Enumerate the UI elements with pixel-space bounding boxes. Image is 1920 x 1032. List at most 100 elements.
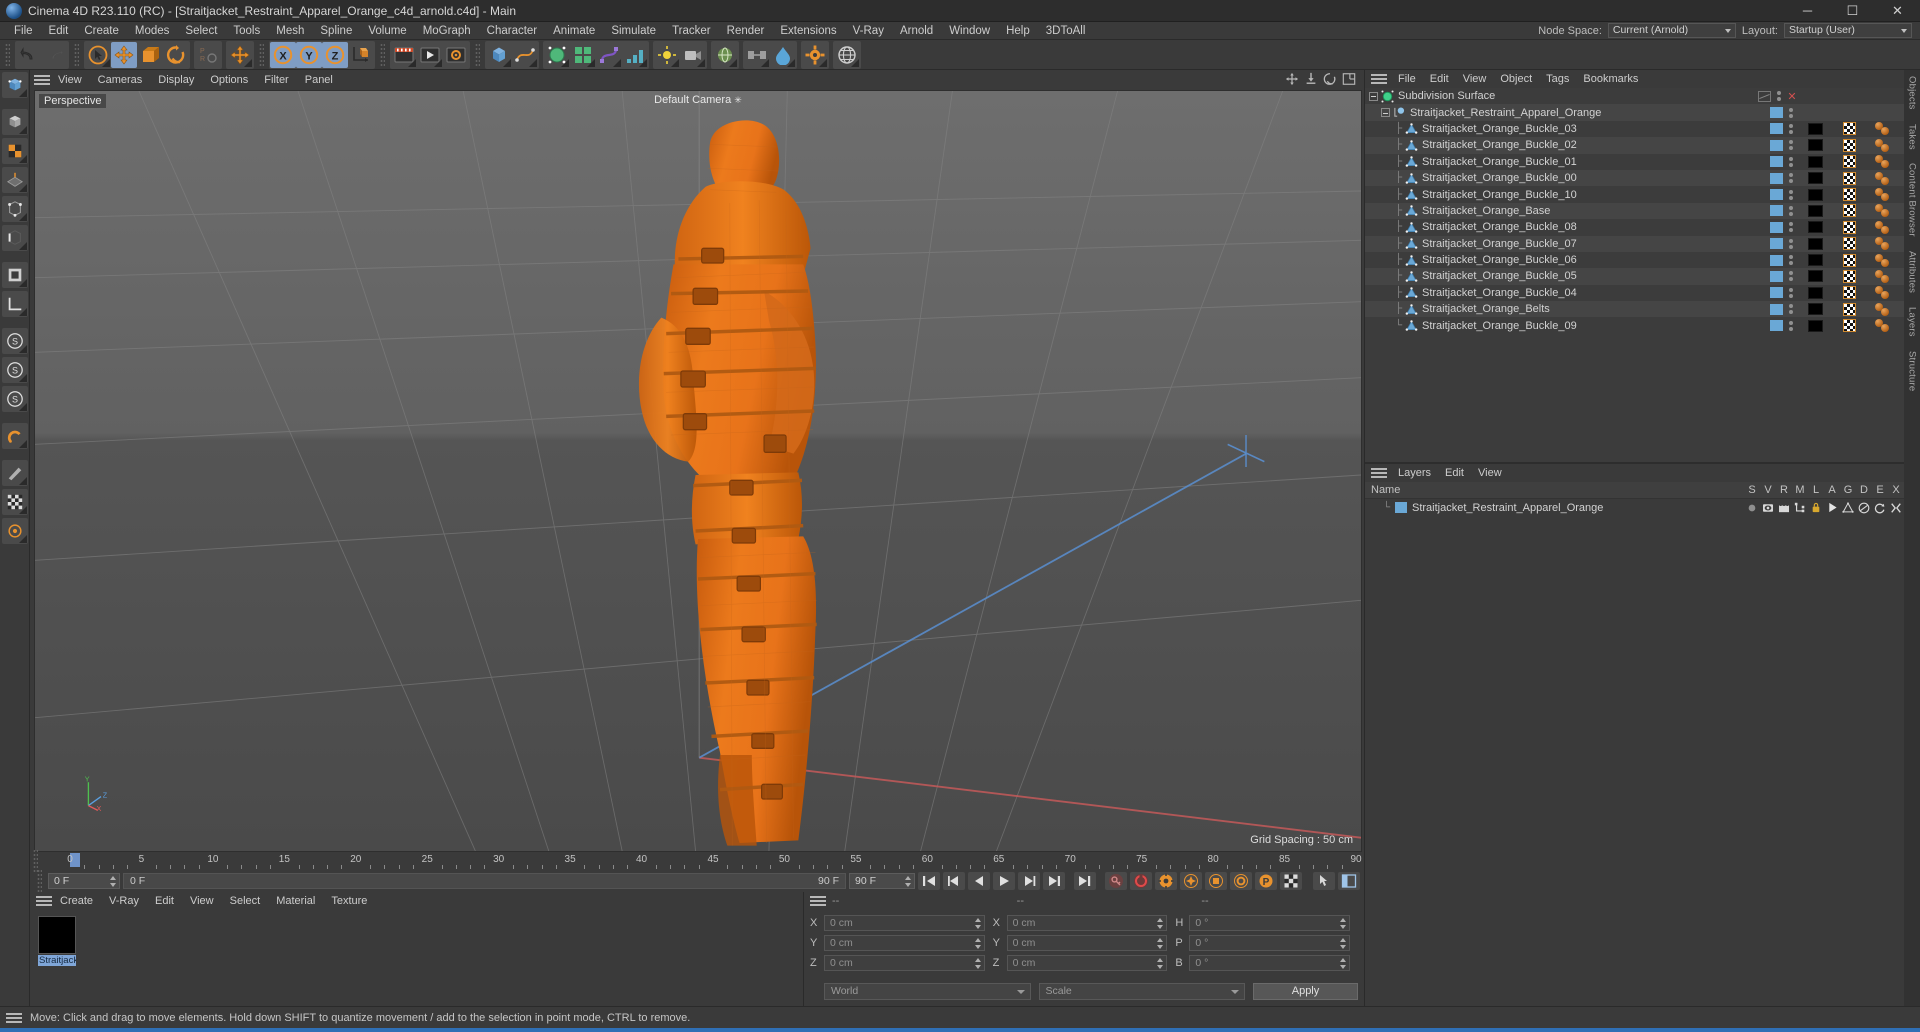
menu-item-select[interactable]: Select: [177, 22, 225, 40]
material-tag-icon[interactable]: [1874, 204, 1892, 218]
node-space-select[interactable]: Current (Arnold): [1607, 23, 1736, 38]
layer-animation-icon[interactable]: [1824, 501, 1840, 515]
layer-deformers-icon[interactable]: [1856, 501, 1872, 515]
menu-item-edit[interactable]: Edit: [1438, 464, 1471, 482]
coord-rot-field[interactable]: 0 °: [1189, 955, 1351, 971]
menu-item-select[interactable]: Select: [222, 892, 269, 910]
object-layer-swatch[interactable]: [1770, 139, 1783, 151]
uvw-tag-icon[interactable]: [1842, 122, 1856, 136]
uvw-tag-icon[interactable]: [1842, 155, 1856, 169]
menu-item-bookmarks[interactable]: Bookmarks: [1576, 70, 1645, 88]
render-queue-icon[interactable]: [417, 42, 443, 68]
keyframe-position-icon[interactable]: [1180, 872, 1202, 890]
edge-mode-icon[interactable]: [1, 225, 28, 251]
menu-item-texture[interactable]: Texture: [323, 892, 375, 910]
object-layer-swatch[interactable]: [1758, 90, 1771, 102]
render-settings-icon[interactable]: [443, 42, 469, 68]
viewport-hamburger-icon[interactable]: [34, 73, 50, 87]
viewport-3d[interactable]: Perspective Default Camera ✳ Grid Spacin…: [34, 90, 1362, 852]
texture-tag-icon[interactable]: [1807, 155, 1823, 168]
uvw-tag-icon[interactable]: [1842, 138, 1856, 152]
object-name[interactable]: Straitjacket_Orange_Buckle_08: [1422, 221, 1577, 233]
object-manager-hamburger-icon[interactable]: [1371, 72, 1387, 86]
visibility-dots[interactable]: [1786, 237, 1795, 251]
material-tag-icon[interactable]: [1874, 286, 1892, 300]
plugins-icon[interactable]: [802, 42, 828, 68]
layout-split-icon[interactable]: [1338, 872, 1360, 890]
array-modeling-icon[interactable]: [570, 42, 596, 68]
vtab-layers[interactable]: Layers: [1907, 307, 1918, 337]
material-list[interactable]: Straitjack: [30, 910, 803, 1006]
object-row[interactable]: ├ Straitjacket_Orange_Buckle_06: [1365, 252, 1904, 268]
close-icon[interactable]: ✕: [1786, 90, 1798, 103]
tree-expander[interactable]: [1369, 91, 1378, 101]
autokey-key-icon[interactable]: [1105, 872, 1127, 890]
object-row[interactable]: ├ Straitjacket_Orange_Buckle_01: [1365, 154, 1904, 170]
texture-mode-icon[interactable]: [1, 138, 28, 164]
material-name[interactable]: Straitjack: [38, 955, 76, 966]
material-tag-icon[interactable]: [1874, 171, 1892, 185]
keyframe-param-icon[interactable]: P: [1255, 872, 1277, 890]
menu-item-help[interactable]: Help: [998, 22, 1038, 40]
minimize-button[interactable]: ─: [1785, 0, 1830, 22]
visibility-dots[interactable]: [1786, 138, 1795, 152]
layers-hamburger-icon[interactable]: [1371, 466, 1387, 480]
cube-primitive-icon[interactable]: [486, 42, 512, 68]
make-editable-icon[interactable]: [1, 72, 28, 98]
axis-z-lock-icon[interactable]: Z: [322, 41, 348, 68]
object-row[interactable]: ├ Straitjacket_Orange_Buckle_05: [1365, 268, 1904, 285]
point-mode-icon[interactable]: [1, 196, 28, 222]
layer-visible-icon[interactable]: [1760, 501, 1776, 515]
menu-item-volume[interactable]: Volume: [360, 22, 414, 40]
object-layer-swatch[interactable]: [1770, 287, 1783, 299]
texture-tag-icon[interactable]: [1807, 319, 1823, 332]
layer-name[interactable]: Straitjacket_Restraint_Apparel_Orange: [1412, 502, 1744, 514]
layers-list[interactable]: └ Straitjacket_Restraint_Apparel_Orange: [1365, 499, 1904, 516]
step-back-button[interactable]: [968, 872, 990, 890]
close-button[interactable]: ✕: [1875, 0, 1920, 22]
menu-item-tools[interactable]: Tools: [225, 22, 268, 40]
material-tag-icon[interactable]: [1874, 269, 1892, 283]
range-end-field[interactable]: 90 F: [849, 873, 915, 889]
vtab-takes[interactable]: Takes: [1907, 124, 1918, 150]
object-name[interactable]: Straitjacket_Orange_Buckle_02: [1422, 139, 1577, 151]
object-name[interactable]: Straitjacket_Orange_Buckle_06: [1422, 254, 1577, 266]
menu-item-view[interactable]: View: [50, 70, 90, 90]
texture-tag-icon[interactable]: [1807, 204, 1823, 217]
menu-item-file[interactable]: File: [1391, 70, 1423, 88]
menu-item-v-ray[interactable]: V-Ray: [101, 892, 147, 910]
menu-item-mesh[interactable]: Mesh: [268, 22, 312, 40]
texture-tag-icon[interactable]: [1807, 286, 1823, 299]
light-icon[interactable]: [654, 42, 680, 68]
menu-item-3dtoall[interactable]: 3DToAll: [1038, 22, 1094, 40]
menu-item-window[interactable]: Window: [941, 22, 998, 40]
visibility-dots[interactable]: [1786, 302, 1795, 316]
menu-item-object[interactable]: Object: [1493, 70, 1539, 88]
menu-item-options[interactable]: Options: [202, 70, 256, 90]
go-to-start-button[interactable]: [918, 872, 940, 890]
layer-lock-icon[interactable]: [1808, 501, 1824, 515]
play-button[interactable]: [993, 872, 1015, 890]
coord-rot-field[interactable]: 0 °: [1189, 915, 1351, 931]
uvw-tag-icon[interactable]: [1842, 269, 1856, 283]
object-row[interactable]: ├ Straitjacket_Orange_Buckle_04: [1365, 285, 1904, 301]
viewport-rotate-camera-icon[interactable]: [1323, 72, 1337, 89]
uvw-tag-icon[interactable]: [1842, 220, 1856, 234]
toolbar-grip-3[interactable]: [259, 42, 264, 67]
globe-web-icon[interactable]: [834, 42, 860, 68]
menu-item-edit[interactable]: Edit: [147, 892, 182, 910]
menu-item-create[interactable]: Create: [52, 892, 101, 910]
layer-color-swatch[interactable]: [1395, 502, 1407, 513]
visibility-dots[interactable]: [1774, 89, 1783, 103]
autokeying-gear-icon[interactable]: [1155, 872, 1177, 890]
go-to-end-button[interactable]: [1074, 872, 1096, 890]
model-mode-icon[interactable]: [1, 109, 28, 135]
object-tree[interactable]: Subdivision Surface ✕ Straitjacket_Restrai…: [1365, 88, 1904, 462]
menu-item-tracker[interactable]: Tracker: [664, 22, 719, 40]
coord-size-field[interactable]: 0 cm: [1006, 935, 1168, 951]
object-row[interactable]: ├ Straitjacket_Orange_Buckle_02: [1365, 137, 1904, 154]
material-tag-icon[interactable]: [1874, 302, 1892, 316]
menu-item-file[interactable]: File: [6, 22, 41, 40]
current-frame-field[interactable]: 0 F: [48, 873, 120, 889]
mograph-icon[interactable]: [622, 42, 648, 68]
